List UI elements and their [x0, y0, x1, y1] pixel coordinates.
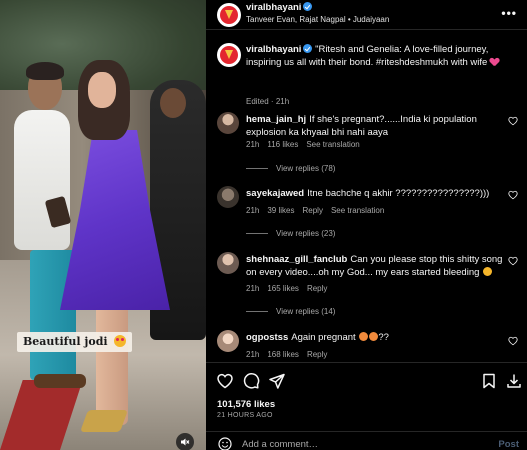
- comment-likes[interactable]: 116 likes: [267, 140, 298, 149]
- comments-list[interactable]: viralbhayani "Ritesh and Genelia: A love…: [206, 30, 527, 362]
- see-translation-link[interactable]: See translation: [306, 140, 359, 149]
- comment-meta: 21h 116 likes See translation: [246, 140, 360, 149]
- comment-text-block: shehnaaz_gill_fanclub Can you please stop…: [246, 253, 508, 279]
- heart-eyes-emoji-icon: [114, 335, 127, 347]
- post-header: viralbhayani Tanveer Evan, Rajat Nagpal …: [206, 0, 527, 30]
- comment-meta: 21h 165 likes Reply: [246, 284, 327, 293]
- gold-heels: [79, 410, 129, 432]
- replies-line: [246, 168, 268, 169]
- verified-badge-icon: [303, 2, 313, 11]
- caption-text-block: viralbhayani "Ritesh and Genelia: A love…: [246, 43, 518, 69]
- commenter-avatar[interactable]: [217, 252, 239, 274]
- reply-button[interactable]: Reply: [302, 206, 322, 215]
- caption-username[interactable]: viralbhayani: [246, 44, 301, 55]
- view-replies-label[interactable]: View replies (14): [276, 307, 335, 316]
- viralbhayani-logo-icon: [220, 6, 238, 24]
- see-translation-link[interactable]: See translation: [331, 206, 384, 215]
- comment-time[interactable]: 21h: [246, 140, 259, 149]
- man-shoes: [34, 374, 86, 388]
- post-panel: viralbhayani Tanveer Evan, Rajat Nagpal …: [206, 0, 527, 450]
- comment-username[interactable]: ogpostss: [246, 332, 288, 343]
- comment-username[interactable]: hema_jain_hj: [246, 114, 306, 125]
- commenter-avatar[interactable]: [217, 186, 239, 208]
- comment-bubble-icon[interactable]: [242, 372, 260, 390]
- sticker-text: Beautiful jodi: [23, 335, 108, 348]
- man-shirt: [14, 110, 70, 250]
- likes-count[interactable]: 101,576 likes: [217, 399, 275, 410]
- bodyguard-head: [160, 88, 186, 118]
- comment-likes[interactable]: 165 likes: [267, 284, 299, 293]
- like-comment-heart-icon[interactable]: [508, 336, 518, 346]
- commenter-avatar[interactable]: [217, 112, 239, 134]
- post-timestamp[interactable]: 21 HOURS AGO: [217, 412, 273, 419]
- replies-line: [246, 233, 268, 234]
- reply-button[interactable]: Reply: [307, 350, 327, 359]
- post-actions: 101,576 likes 21 HOURS AGO Post: [206, 362, 527, 450]
- comment-likes[interactable]: 39 likes: [267, 206, 294, 215]
- audio-attribution[interactable]: Tanveer Evan, Rajat Nagpal • Judaiyaan: [246, 15, 389, 24]
- comment-time[interactable]: 21h: [246, 284, 259, 293]
- view-replies-button[interactable]: View replies (78): [246, 164, 335, 173]
- post-media[interactable]: Beautiful jodi: [0, 0, 206, 450]
- pink-heart-emoji-icon: [490, 58, 499, 66]
- view-replies-button[interactable]: View replies (23): [246, 229, 335, 238]
- comment-text: Itne bachche q akhir ????????????????))): [307, 188, 490, 199]
- comment-username[interactable]: sayekajawed: [246, 188, 304, 199]
- comment-meta: 21h 39 likes Reply See translation: [246, 206, 384, 215]
- like-comment-heart-icon[interactable]: [508, 256, 518, 266]
- woman-legs: [96, 305, 128, 425]
- replies-line: [246, 311, 268, 312]
- caption-author-avatar[interactable]: [217, 43, 241, 67]
- view-replies-button[interactable]: View replies (14): [246, 307, 335, 316]
- meta-separator: ·: [270, 97, 274, 106]
- save-bookmark-icon[interactable]: [480, 372, 498, 390]
- comment-tail: ??: [378, 332, 389, 343]
- caption-time[interactable]: 21h: [276, 97, 289, 106]
- like-heart-icon[interactable]: [216, 372, 234, 390]
- comment-meta: 21h 168 likes Reply: [246, 350, 327, 359]
- view-replies-label[interactable]: View replies (78): [276, 164, 335, 173]
- speaker-muted-icon: [181, 438, 190, 446]
- astonished-emoji-icon: [369, 332, 379, 341]
- share-paper-plane-icon[interactable]: [268, 372, 286, 390]
- view-replies-label[interactable]: View replies (23): [276, 229, 335, 238]
- author-username[interactable]: viralbhayani: [246, 2, 301, 13]
- comment-text-block: sayekajawed Itne bachche q akhir ????????…: [246, 187, 508, 200]
- astonished-emoji-icon: [359, 332, 369, 341]
- viralbhayani-logo-icon: [220, 46, 238, 64]
- commenter-avatar[interactable]: [217, 330, 239, 352]
- comment-username[interactable]: shehnaaz_gill_fanclub: [246, 254, 347, 265]
- author-username-row[interactable]: viralbhayani: [246, 2, 313, 13]
- comment-text-block: ogpostss Again pregnant ??: [246, 331, 508, 344]
- add-comment-bar: Post: [206, 431, 527, 450]
- comment-time[interactable]: 21h: [246, 206, 259, 215]
- author-avatar[interactable]: [217, 3, 241, 27]
- post-comment-button[interactable]: Post: [498, 439, 519, 450]
- woman-face: [88, 72, 116, 108]
- add-comment-input[interactable]: [242, 439, 472, 450]
- comment-text: Again pregnant: [291, 332, 356, 343]
- download-icon[interactable]: [505, 372, 523, 390]
- grimace-emoji-icon: [483, 267, 493, 276]
- man-hair: [26, 62, 64, 80]
- emoji-picker-icon[interactable]: [218, 437, 232, 450]
- reply-button[interactable]: Reply: [307, 284, 327, 293]
- comment-likes[interactable]: 168 likes: [267, 350, 299, 359]
- like-comment-heart-icon[interactable]: [508, 190, 518, 200]
- comment-time[interactable]: 21h: [246, 350, 259, 359]
- audio-toggle-button[interactable]: [176, 433, 194, 450]
- caption-meta: Edited · 21h: [246, 97, 289, 106]
- like-comment-heart-icon[interactable]: [508, 116, 518, 126]
- more-options-button[interactable]: •••: [501, 6, 517, 20]
- verified-badge-icon: [303, 44, 313, 53]
- comment-text-block: hema_jain_hj If she's pregnant?......Indi…: [246, 113, 508, 139]
- edited-label: Edited: [246, 97, 269, 106]
- media-sticker: Beautiful jodi: [17, 332, 133, 352]
